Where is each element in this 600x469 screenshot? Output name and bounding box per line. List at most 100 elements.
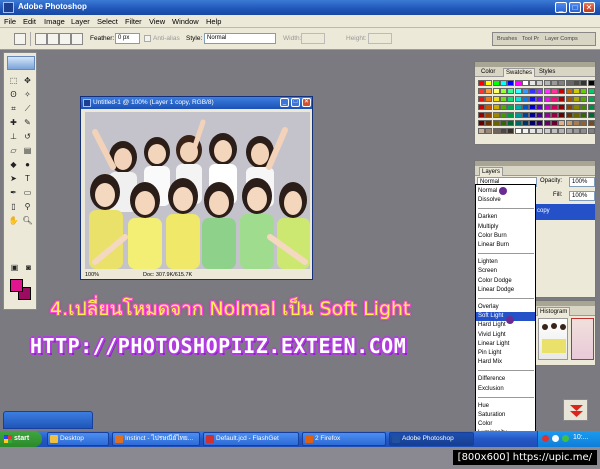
swatch-color[interactable]	[521, 104, 529, 110]
swatch-color[interactable]	[536, 112, 544, 118]
swatch-color[interactable]	[478, 88, 485, 94]
swatch-color[interactable]	[499, 80, 507, 86]
new-selection-icon[interactable]	[35, 33, 47, 45]
swatch-color[interactable]	[492, 112, 500, 118]
swatch-color[interactable]	[551, 88, 558, 94]
swatch-color[interactable]	[580, 112, 588, 118]
blend-mode-option[interactable]: Hard Mix	[476, 358, 535, 367]
taskbar-item-desktop[interactable]: Desktop	[47, 432, 109, 446]
swatch-color[interactable]	[521, 120, 529, 126]
swatch-color[interactable]	[558, 128, 566, 134]
swatch-color[interactable]	[485, 128, 493, 134]
menu-file[interactable]: File	[4, 17, 16, 26]
swatch-color[interactable]	[478, 128, 485, 134]
swatch-color[interactable]	[587, 128, 595, 134]
swatch-color[interactable]	[543, 128, 551, 134]
swatch-color[interactable]	[485, 88, 493, 94]
hand-tool-icon[interactable]: ✋	[7, 215, 20, 227]
width-input[interactable]	[301, 33, 325, 44]
menu-window[interactable]: Window	[172, 17, 199, 26]
swatch-color[interactable]	[572, 128, 580, 134]
swatch-color[interactable]	[478, 120, 485, 126]
crop-tool-icon[interactable]: ⌗	[7, 103, 20, 115]
menu-edit[interactable]: Edit	[23, 17, 36, 26]
brush-tool-icon[interactable]: ✎	[21, 117, 34, 129]
healing-brush-icon[interactable]: ✚	[7, 117, 20, 129]
document-canvas[interactable]	[85, 112, 310, 269]
swatch-color[interactable]	[499, 120, 507, 126]
swatch-color[interactable]	[492, 104, 500, 110]
swatch-color[interactable]	[492, 80, 500, 86]
swatch-color[interactable]	[536, 88, 544, 94]
swatch-color[interactable]	[543, 120, 551, 126]
swatch-color[interactable]	[572, 88, 580, 94]
swatch-color[interactable]	[529, 120, 537, 126]
subtract-selection-icon[interactable]	[59, 33, 71, 45]
swatch-color[interactable]	[565, 88, 573, 94]
swatch-color[interactable]	[499, 112, 507, 118]
swatch-color[interactable]	[499, 128, 507, 134]
opacity-input[interactable]: 100%	[569, 177, 595, 187]
swatch-color[interactable]	[565, 80, 573, 86]
swatch-color[interactable]	[529, 112, 537, 118]
well-tab-layer-comps[interactable]: Layer Comps	[545, 36, 578, 42]
swatch-color[interactable]	[529, 96, 537, 102]
marquee-tool-icon[interactable]: ⬚	[7, 75, 20, 87]
swatch-color[interactable]	[572, 120, 580, 126]
magic-wand-icon[interactable]: ✧	[21, 89, 34, 101]
quickmask-mode-icon[interactable]: ◙	[22, 262, 35, 274]
swatch-color[interactable]	[543, 80, 551, 86]
blend-mode-option[interactable]: Overlay	[476, 303, 535, 312]
blur-tool-icon[interactable]: ◆	[7, 159, 20, 171]
blend-mode-option[interactable]: Vivid Light	[476, 331, 535, 340]
swatch-color[interactable]	[485, 120, 493, 126]
blend-mode-option[interactable]: Color Burn	[476, 232, 535, 241]
swatch-color[interactable]	[551, 112, 558, 118]
blend-mode-option[interactable]: Multiply	[476, 223, 535, 232]
swatch-color[interactable]	[536, 120, 544, 126]
swatch-color[interactable]	[492, 128, 500, 134]
swatch-color[interactable]	[572, 96, 580, 102]
blend-mode-option[interactable]: Difference	[476, 375, 535, 384]
notes-tool-icon[interactable]: ▯	[7, 201, 20, 213]
swatch-color[interactable]	[558, 120, 566, 126]
swatch-color[interactable]	[485, 104, 493, 110]
zoom-tool-icon[interactable]: 🔍︎	[21, 215, 34, 227]
history-brush-icon[interactable]: ↺	[21, 131, 34, 143]
swatch-color[interactable]	[551, 96, 558, 102]
swatch-color[interactable]	[507, 88, 515, 94]
swatch-color[interactable]	[565, 112, 573, 118]
swatch-color[interactable]	[580, 88, 588, 94]
swatch-color[interactable]	[572, 104, 580, 110]
swatch-color[interactable]	[492, 88, 500, 94]
gradient-tool-icon[interactable]: ▤	[21, 145, 34, 157]
blend-mode-option[interactable]: Screen	[476, 267, 535, 276]
fill-input[interactable]: 100%	[569, 191, 595, 201]
swatch-color[interactable]	[529, 128, 537, 134]
swatch-color[interactable]	[529, 88, 537, 94]
menu-layer[interactable]: Layer	[71, 17, 90, 26]
swatch-color[interactable]	[587, 88, 595, 94]
swatch-color[interactable]	[543, 104, 551, 110]
tab-color[interactable]: Color	[479, 68, 497, 77]
swatch-color[interactable]	[558, 112, 566, 118]
swatch-color[interactable]	[507, 80, 515, 86]
blend-mode-option[interactable]: Saturation	[476, 411, 535, 420]
eyedropper-icon[interactable]: ⚲	[21, 201, 34, 213]
swatch-color[interactable]	[478, 96, 485, 102]
swatch-color[interactable]	[572, 80, 580, 86]
menu-view[interactable]: View	[149, 17, 165, 26]
swatch-color[interactable]	[551, 128, 558, 134]
add-selection-icon[interactable]	[47, 33, 59, 45]
tray-icon[interactable]	[542, 435, 549, 442]
swatch-color[interactable]	[529, 104, 537, 110]
move-tool-icon[interactable]: ✥	[21, 75, 34, 87]
swatch-color[interactable]	[499, 88, 507, 94]
swatch-color[interactable]	[565, 120, 573, 126]
blend-mode-option[interactable]: Pin Light	[476, 349, 535, 358]
swatch-color[interactable]	[587, 120, 595, 126]
swatch-color[interactable]	[580, 96, 588, 102]
swatch-color[interactable]	[558, 80, 566, 86]
swatch-color[interactable]	[507, 120, 515, 126]
swatch-color[interactable]	[543, 88, 551, 94]
